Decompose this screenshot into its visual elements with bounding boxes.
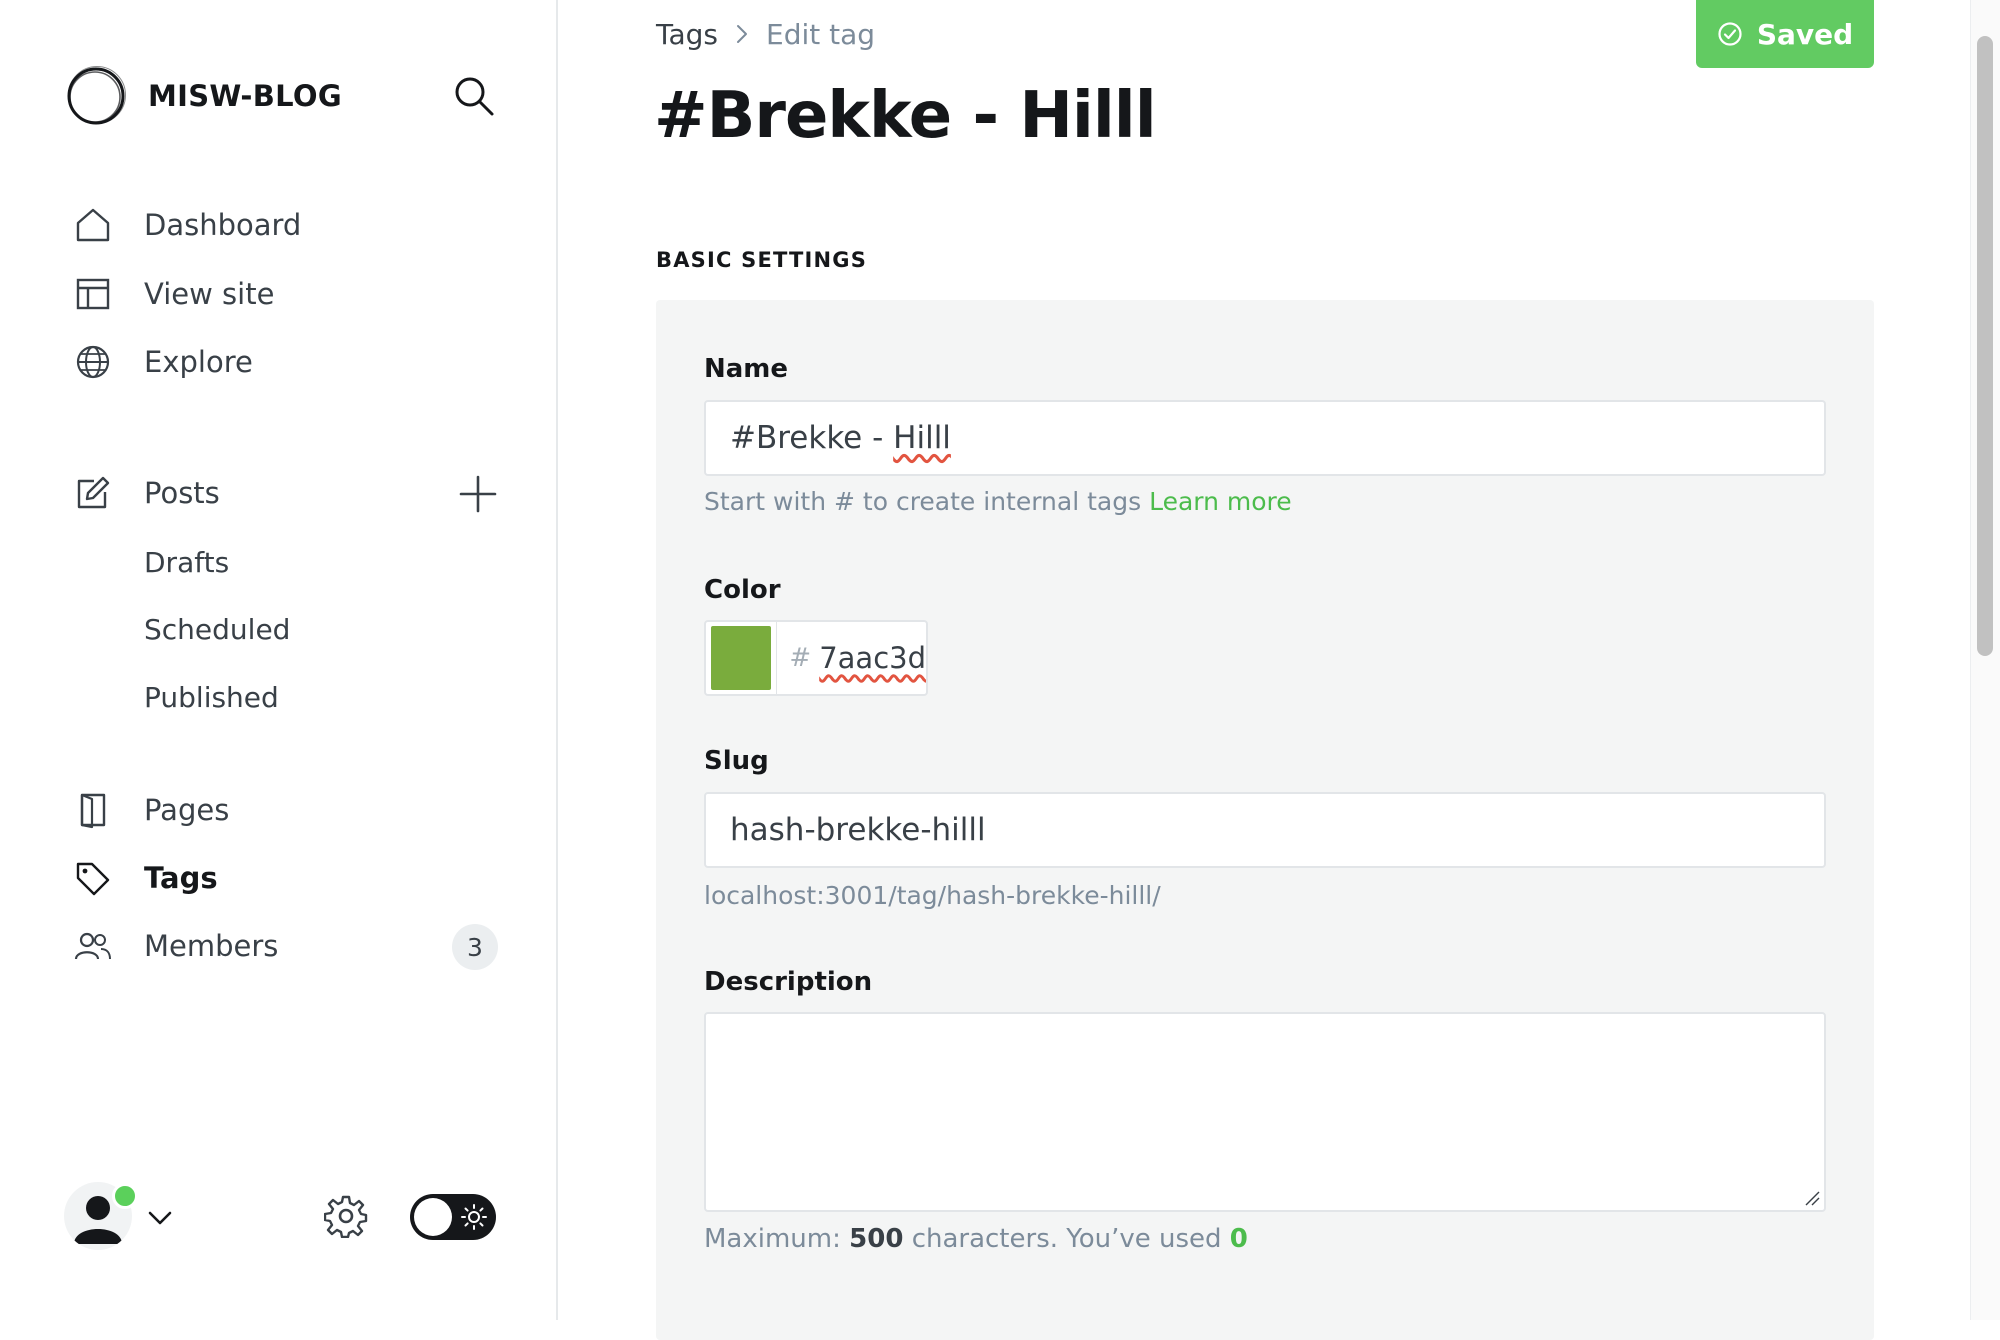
nav-members-label: Members	[144, 929, 279, 963]
count-prefix: Maximum:	[704, 1224, 841, 1254]
resize-grip-icon[interactable]	[1804, 1190, 1820, 1206]
slug-label: Slug	[704, 746, 769, 776]
slug-url-preview: localhost:3001/tag/hash-brekke-hilll/	[704, 881, 1161, 910]
name-hint: Start with # to create internal tags Lea…	[704, 487, 1292, 516]
color-label: Color	[704, 575, 781, 605]
slug-input-value: hash-brekke-hilll	[730, 812, 986, 848]
nav-tags-label: Tags	[144, 861, 218, 895]
breadcrumb-tags-link[interactable]: Tags	[656, 18, 718, 51]
color-hex-input[interactable]: 7aac3d	[819, 641, 926, 675]
count-used: 0	[1229, 1224, 1248, 1254]
color-swatch[interactable]	[711, 626, 771, 690]
home-icon	[76, 208, 110, 242]
check-circle-icon	[1718, 22, 1742, 46]
theme-toggle[interactable]	[410, 1194, 496, 1240]
nav-posts-label: Posts	[144, 476, 220, 510]
layout-icon	[76, 278, 110, 310]
nav-members[interactable]: Members	[74, 918, 278, 974]
plus-icon	[459, 475, 497, 513]
page-title: #Brekke - Hilll	[654, 79, 1157, 153]
save-button-label: Saved	[1756, 17, 1854, 51]
nav-scheduled[interactable]: Scheduled	[144, 604, 290, 654]
count-middle: characters. You’ve used	[911, 1224, 1222, 1254]
name-label: Name	[704, 354, 789, 384]
settings-button[interactable]	[324, 1194, 368, 1238]
nav-drafts[interactable]: Drafts	[144, 537, 229, 587]
breadcrumb-current: Edit tag	[766, 17, 876, 51]
chevron-down-icon	[148, 1211, 172, 1225]
nav-published[interactable]: Published	[144, 672, 279, 722]
sun-icon	[461, 1204, 487, 1230]
slug-input[interactable]: hash-brekke-hilll	[704, 792, 1826, 868]
nav-explore[interactable]: Explore	[74, 334, 253, 390]
chevron-right-icon	[737, 25, 747, 43]
section-title: BASIC SETTINGS	[656, 248, 868, 272]
brand[interactable]: MISW-BLOG	[64, 64, 342, 128]
nav-explore-label: Explore	[144, 345, 253, 379]
gear-icon	[324, 1195, 368, 1238]
nav-view-site[interactable]: View site	[74, 266, 274, 322]
color-divider	[775, 622, 778, 694]
nav-dashboard[interactable]: Dashboard	[74, 197, 301, 253]
online-status-dot	[112, 1183, 138, 1209]
description-label: Description	[704, 967, 873, 997]
brand-logo-icon	[67, 66, 126, 125]
save-button[interactable]: Saved	[1696, 0, 1874, 68]
nav-posts[interactable]: Posts	[74, 465, 220, 521]
edit-icon	[77, 476, 110, 509]
color-field: # 7aac3d	[704, 620, 928, 696]
nav-view-site-label: View site	[144, 277, 275, 311]
color-hash: #	[789, 643, 812, 673]
character-count: Maximum: 500 characters. You’ve used 0	[704, 1224, 1248, 1254]
name-input-value: #Brekke - Hilll	[730, 420, 951, 456]
globe-icon	[76, 345, 110, 379]
nav-tags[interactable]: Tags	[74, 850, 218, 906]
description-textarea[interactable]	[704, 1012, 1826, 1212]
theme-toggle-knob	[414, 1198, 452, 1236]
nav-dashboard-label: Dashboard	[144, 208, 302, 242]
sidebar: MISW-BLOG Dashboard View site Explore Po…	[0, 0, 558, 1320]
members-icon	[74, 932, 111, 960]
nav-pages[interactable]: Pages	[74, 782, 229, 838]
brand-name: MISW-BLOG	[148, 79, 342, 113]
name-input[interactable]: #Brekke - Hilll	[704, 400, 1826, 476]
nav-pages-label: Pages	[144, 793, 230, 827]
name-hint-text: Start with # to create internal tags	[704, 487, 1142, 516]
search-icon	[455, 77, 494, 116]
add-post-button[interactable]	[458, 474, 498, 514]
count-max: 500	[849, 1224, 904, 1254]
learn-more-link[interactable]: Learn more	[1149, 487, 1292, 516]
members-count-badge: 3	[452, 924, 498, 970]
scrollbar-thumb[interactable]	[1977, 36, 1993, 656]
tag-icon	[76, 862, 110, 896]
page-icon	[80, 793, 106, 829]
user-menu-toggle[interactable]	[146, 1204, 174, 1232]
breadcrumb: Tags Edit tag	[656, 14, 875, 54]
search-button[interactable]	[452, 74, 496, 118]
